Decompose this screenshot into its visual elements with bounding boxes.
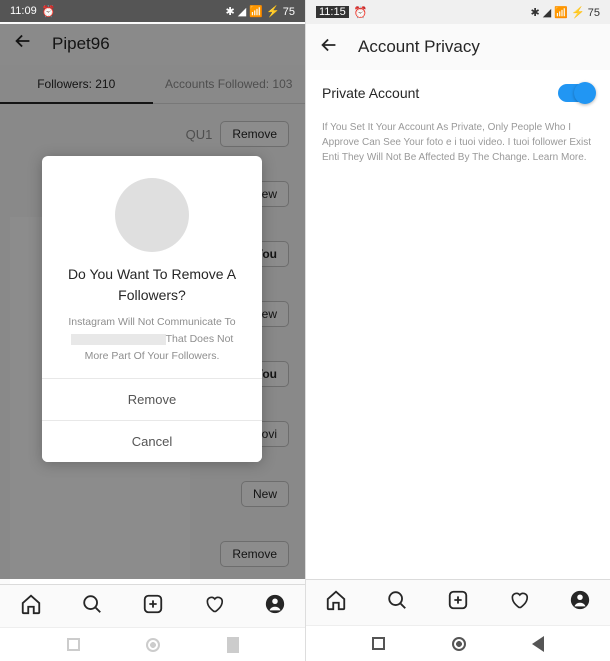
privacy-description: If You Set It Your Account As Private, O… — [322, 120, 594, 165]
private-account-label: Private Account — [322, 85, 419, 101]
nav-home-icon[interactable] — [452, 637, 466, 651]
modal-remove-button[interactable]: Remove — [42, 378, 262, 420]
status-time: 11:09 — [10, 5, 37, 17]
android-nav-bar — [306, 625, 610, 661]
nav-back-icon[interactable] — [227, 637, 239, 653]
modal-title-line2: Followers? — [118, 287, 186, 303]
search-icon[interactable] — [81, 593, 103, 620]
modal-subtitle: Instagram Will Not Communicate To That D… — [50, 310, 253, 378]
heart-icon[interactable] — [508, 589, 530, 616]
status-icons: ✱ ◢ 📶 ⚡ 75 — [530, 6, 600, 19]
nav-recents-icon[interactable] — [67, 638, 80, 651]
status-time: 11:15 — [316, 6, 349, 18]
android-nav-bar — [0, 627, 305, 661]
nav-recents-icon[interactable] — [372, 637, 385, 650]
back-icon[interactable] — [318, 34, 340, 61]
add-post-icon[interactable] — [142, 593, 164, 620]
private-account-row: Private Account — [322, 84, 594, 102]
nav-home-icon[interactable] — [146, 638, 160, 652]
home-icon[interactable] — [20, 593, 42, 620]
modal-sub-line3: More Part Of Your Followers. — [85, 350, 220, 362]
status-bar: 11:09 ⏰ ✱ ◢ 📶 ⚡ 75 — [0, 0, 305, 22]
modal-title: Do You Want To Remove A Followers? — [50, 252, 254, 310]
alarm-icon: ⏰ — [354, 6, 368, 19]
redacted-name — [71, 334, 166, 345]
profile-icon[interactable] — [569, 589, 591, 616]
bottom-tab-bar — [306, 579, 610, 625]
search-icon[interactable] — [386, 589, 408, 616]
settings-header: Account Privacy — [306, 24, 610, 70]
heart-icon[interactable] — [203, 593, 225, 620]
page-title: Account Privacy — [358, 37, 480, 57]
modal-sub-line2: That Does Not — [166, 333, 234, 345]
status-icons: ✱ ◢ 📶 ⚡ 75 — [225, 5, 295, 18]
modal-cancel-button[interactable]: Cancel — [42, 420, 262, 462]
right-screen: 11:15 ⏰ ✱ ◢ 📶 ⚡ 75 Account Privacy Priva… — [305, 0, 610, 661]
private-account-toggle[interactable] — [558, 84, 594, 102]
modal-title-line1: Do You Want To Remove A — [68, 266, 236, 282]
add-post-icon[interactable] — [447, 589, 469, 616]
nav-back-icon[interactable] — [532, 636, 544, 652]
remove-follower-modal: Do You Want To Remove A Followers? Insta… — [42, 156, 262, 462]
privacy-content: Private Account If You Set It Your Accou… — [306, 70, 610, 579]
modal-sub-line1: Instagram Will Not Communicate To — [68, 316, 235, 328]
bottom-tab-bar — [0, 584, 305, 627]
status-bar: 11:15 ⏰ ✱ ◢ 📶 ⚡ 75 — [306, 0, 610, 24]
avatar — [115, 178, 189, 252]
profile-icon[interactable] — [264, 593, 286, 620]
alarm-icon: ⏰ — [42, 5, 56, 18]
left-screen: 11:09 ⏰ ✱ ◢ 📶 ⚡ 75 Pipet96 Followers: 21… — [0, 0, 305, 661]
home-icon[interactable] — [325, 589, 347, 616]
